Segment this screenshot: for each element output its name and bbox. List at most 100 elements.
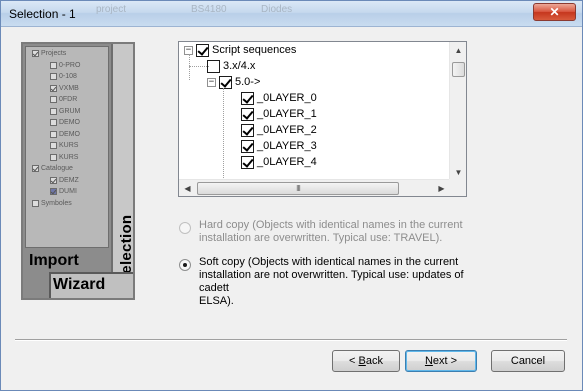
image-checkbox-icon <box>50 61 57 69</box>
image-tree-item: 0FDR <box>50 96 77 103</box>
image-tree-panel: Projects 0-PRO 0-108 VXMB 0FDR GRUM DEMO DEMO KU… <box>25 46 109 248</box>
image-tree-label: DEMO <box>59 130 80 138</box>
image-checkbox-icon <box>50 142 57 149</box>
image-tree-item: DEMO <box>50 119 80 126</box>
next-label: ext > <box>432 355 458 367</box>
image-checkbox-icon <box>50 107 57 115</box>
image-checkbox-icon <box>32 199 39 207</box>
image-tree-item: 0-PRO <box>50 61 81 69</box>
wizard-label: Wizard <box>53 276 106 293</box>
image-checkbox-icon <box>32 165 39 172</box>
ghost-title-text: project <box>96 4 127 15</box>
back-mnemonic: B <box>358 355 366 367</box>
tree-checkbox[interactable] <box>241 155 254 169</box>
image-tree-label: GRUM <box>59 107 81 115</box>
image-checkbox-icon <box>50 130 57 138</box>
tree-item-label: _0LAYER_0 <box>257 92 317 104</box>
ghost-title-text: Diodes <box>261 4 293 15</box>
image-tree-item: DEMO <box>50 130 80 138</box>
next-button[interactable]: Next > <box>405 350 477 372</box>
scroll-right-icon[interactable]: ▶ <box>433 180 450 196</box>
scrollbar-corner <box>449 179 466 196</box>
hard-copy-line: installation are overwritten. Typical us… <box>199 232 443 244</box>
hard-copy-label: Hard copy (Objects with identical names … <box>199 219 484 245</box>
tree-item-label: Script sequences <box>212 44 297 56</box>
window-title: Selection - 1 <box>9 7 76 21</box>
tree-item[interactable]: _0LAYER_3 <box>241 138 318 154</box>
wizard-window: Selection - 1 project BS4180 Diodes ✕ Pr… <box>0 0 583 391</box>
image-tree-item: Projects <box>32 50 66 57</box>
collapse-icon[interactable]: − <box>207 77 216 87</box>
image-checkbox-icon <box>50 188 57 195</box>
hard-copy-option: Hard copy (Objects with identical names … <box>179 219 484 245</box>
script-tree-view[interactable]: _0LAYER_4 _0LAYER_3 _0LAYER_2 _0LAYER_1 _0LA… <box>178 41 467 197</box>
image-tree-item: Symboles <box>32 199 72 207</box>
grip-icon: III <box>296 184 301 193</box>
ghost-title-text: BS4180 <box>191 4 227 15</box>
cancel-button[interactable]: Cancel <box>491 350 565 372</box>
hard-copy-line: Hard copy (Objects with identical names … <box>199 219 463 231</box>
image-tree-item: VXMB <box>50 84 79 92</box>
image-tree-label: Catalogue <box>41 165 73 172</box>
next-mnemonic: N <box>424 355 433 367</box>
back-prefix: < <box>349 355 359 367</box>
tree-item[interactable]: 3.x/4.x <box>207 58 256 74</box>
image-tree-label: 0FDR <box>59 96 78 103</box>
image-tree-item: DUMI <box>50 188 77 195</box>
vertical-scrollbar[interactable]: ▲ ▼ <box>449 42 466 181</box>
image-checkbox-icon <box>50 153 57 161</box>
image-tree-label: 0-108 <box>59 73 77 80</box>
image-tree-item: KURS <box>50 153 78 161</box>
image-tree-label: Projects <box>41 50 67 57</box>
close-button[interactable]: ✕ <box>533 3 576 21</box>
image-checkbox-icon <box>50 84 57 92</box>
image-tree-label: 0-PRO <box>59 61 81 69</box>
back-button[interactable]: < Back <box>332 350 400 372</box>
horizontal-scrollbar[interactable]: ◀ III ▶ <box>179 179 450 196</box>
tree-item-label: 5.0-> <box>235 76 261 88</box>
horizontal-scroll-thumb[interactable]: III <box>197 182 399 195</box>
soft-copy-radio[interactable] <box>179 259 191 271</box>
hard-copy-radio[interactable] <box>179 222 191 234</box>
tree-checkbox[interactable] <box>219 75 232 89</box>
import-label: Import <box>29 252 79 269</box>
soft-copy-line: Soft copy (Objects with identical names … <box>199 256 459 268</box>
image-tree-label: DUMI <box>59 188 77 195</box>
image-tree-item: 0-108 <box>50 73 77 80</box>
import-wizard-image: Projects 0-PRO 0-108 VXMB 0FDR GRUM DEMO DEMO KU… <box>21 42 135 300</box>
scroll-up-icon[interactable]: ▲ <box>450 42 466 59</box>
tree-connector <box>223 88 224 178</box>
soft-copy-line: installation are not overwritten. Typica… <box>199 269 464 294</box>
tree-checkbox[interactable] <box>241 139 254 153</box>
soft-copy-line: ELSA). <box>199 295 234 307</box>
image-tree-label: DEMZ <box>59 176 79 184</box>
wizard-plate: Wizard <box>49 272 133 298</box>
image-checkbox-icon <box>32 50 39 57</box>
tree-item-label: _0LAYER_4 <box>257 156 317 168</box>
tree-item[interactable]: _0LAYER_2 <box>241 122 318 138</box>
soft-copy-option[interactable]: Soft copy (Objects with identical names … <box>179 256 484 308</box>
image-tree-item: GRUM <box>50 107 81 115</box>
tree-checkbox[interactable] <box>241 107 254 121</box>
tree-connector <box>189 66 209 67</box>
soft-copy-label[interactable]: Soft copy (Objects with identical names … <box>199 256 484 308</box>
image-checkbox-icon <box>50 96 57 103</box>
footer-separator <box>15 339 567 341</box>
tree-checkbox[interactable] <box>241 123 254 137</box>
image-tree-label: DEMO <box>59 119 80 126</box>
scroll-left-icon[interactable]: ◀ <box>179 180 196 196</box>
tree-item[interactable]: _0LAYER_4 <box>241 154 318 170</box>
tree-checkbox[interactable] <box>241 91 254 105</box>
tree-item[interactable]: − 5.0-> <box>207 74 261 90</box>
vertical-scroll-thumb[interactable] <box>452 62 465 77</box>
image-checkbox-icon <box>50 176 57 184</box>
image-tree-label: KURS <box>59 142 79 149</box>
title-bar[interactable]: Selection - 1 project BS4180 Diodes ✕ <box>1 1 582 27</box>
image-tree-label: VXMB <box>59 84 79 92</box>
image-tree-item: KURS <box>50 142 78 149</box>
tree-checkbox[interactable] <box>196 43 209 57</box>
tree-item[interactable]: _0LAYER_0 <box>241 90 318 106</box>
tree-item[interactable]: _0LAYER_1 <box>241 106 318 122</box>
wizard-content: Projects 0-PRO 0-108 VXMB 0FDR GRUM DEMO DEMO KU… <box>7 28 576 386</box>
tree-item[interactable]: − Script sequences <box>184 42 297 58</box>
